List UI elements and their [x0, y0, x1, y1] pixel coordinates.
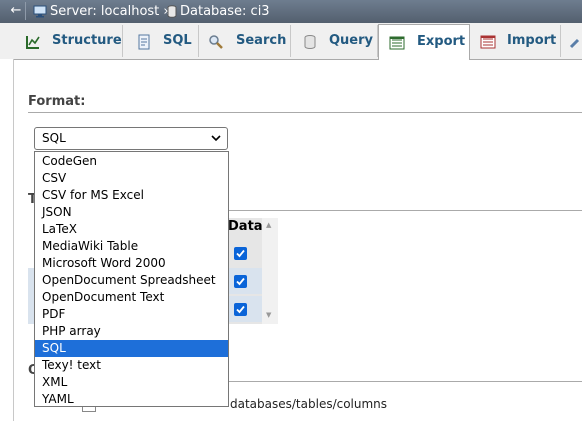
tab-search[interactable]: Search: [199, 25, 291, 57]
database-icon: [167, 5, 177, 18]
format-option[interactable]: Texy! text: [35, 357, 228, 374]
format-option[interactable]: MediaWiki Table: [35, 238, 228, 255]
format-option[interactable]: CSV: [35, 170, 228, 187]
structure-icon: [26, 36, 40, 49]
checkmark-icon: [236, 249, 245, 258]
data-checkbox[interactable]: [234, 303, 247, 316]
tab-query-label: Query: [329, 33, 374, 48]
server-icon: [33, 5, 47, 18]
option-label: databases/tables/columns: [230, 397, 388, 411]
format-select-value: SQL: [42, 131, 66, 145]
wrench-icon: [569, 38, 580, 49]
sql-icon: [138, 34, 150, 50]
format-option[interactable]: OpenDocument Text: [35, 289, 228, 306]
import-icon: [480, 35, 496, 49]
tab-structure[interactable]: Structure: [14, 25, 123, 57]
format-option[interactable]: YAML: [35, 391, 228, 408]
checkmark-icon: [236, 277, 245, 286]
tab-import-label: Import: [507, 33, 557, 48]
format-option[interactable]: OpenDocument Spreadsheet: [35, 272, 228, 289]
format-option[interactable]: LaTeX: [35, 221, 228, 238]
breadcrumb-database-label: Database: ci3: [180, 4, 270, 19]
column-header-data: Data: [228, 219, 263, 234]
data-checkbox[interactable]: [234, 275, 247, 288]
tab-search-label: Search: [236, 33, 287, 48]
back-arrow-icon[interactable]: ←: [7, 2, 26, 20]
breadcrumb-server[interactable]: Server: localhost »: [33, 3, 171, 20]
format-option[interactable]: Microsoft Word 2000: [35, 255, 228, 272]
tab-query[interactable]: Query: [291, 25, 378, 57]
scroll-down-icon[interactable]: ▼: [266, 311, 271, 319]
tab-sql[interactable]: SQL: [123, 25, 199, 57]
tab-export-label: Export: [417, 34, 466, 49]
format-heading: Format:: [28, 94, 86, 109]
tab-export[interactable]: Export: [378, 24, 470, 60]
format-dropdown-list: CodeGen CSV CSV for MS Excel JSON LaTeX Media…: [34, 151, 229, 407]
format-option[interactable]: CodeGen: [35, 153, 228, 170]
format-option[interactable]: PDF: [35, 306, 228, 323]
breadcrumb-server-label: Server: localhost »: [50, 4, 172, 19]
tab-import[interactable]: Import: [469, 25, 561, 57]
breadcrumb-database[interactable]: Database: ci3: [167, 3, 270, 20]
format-select[interactable]: SQL: [34, 127, 228, 150]
left-edge: [0, 59, 14, 421]
chevron-down-icon: [211, 135, 221, 142]
format-option[interactable]: JSON: [35, 204, 228, 221]
format-option[interactable]: XML: [35, 374, 228, 391]
data-checkbox[interactable]: [234, 247, 247, 260]
breadcrumb: ← Server: localhost » Database: ci3: [0, 0, 582, 23]
divider: [228, 381, 582, 382]
query-icon: [304, 35, 316, 49]
export-icon: [389, 36, 405, 50]
format-option[interactable]: SQL: [35, 340, 228, 357]
scroll-up-icon[interactable]: ▲: [266, 221, 271, 229]
tab-bar: Structure SQL Search Query Export Import: [0, 23, 582, 60]
divider: [228, 210, 582, 211]
tab-sql-label: SQL: [163, 33, 192, 48]
tab-structure-label: Structure: [52, 33, 122, 48]
table-scrollbar[interactable]: [262, 218, 278, 324]
checkmark-icon: [236, 305, 245, 314]
search-icon: [209, 35, 223, 49]
tab-overflow[interactable]: [561, 25, 582, 57]
format-option[interactable]: CSV for MS Excel: [35, 187, 228, 204]
format-option[interactable]: PHP array: [35, 323, 228, 340]
divider: [28, 112, 582, 113]
